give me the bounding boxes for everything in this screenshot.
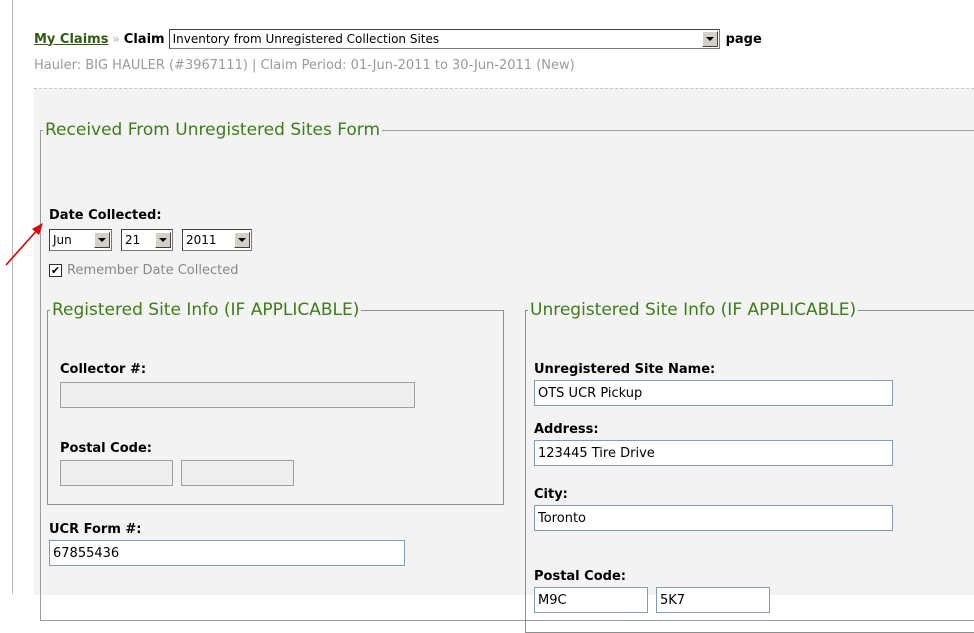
unregistered-postal-code-part1[interactable] xyxy=(534,587,648,613)
left-border-line xyxy=(12,0,13,594)
ucr-form-label: UCR Form #: xyxy=(49,522,142,537)
year-select[interactable]: 2011 xyxy=(182,229,252,251)
month-select-value: Jun xyxy=(53,233,72,247)
breadcrumb: My Claims » Claim Inventory from Unregis… xyxy=(34,28,762,50)
registered-site-fieldset: Registered Site Info (IF APPLICABLE) Col… xyxy=(47,301,504,505)
day-select[interactable]: 21 xyxy=(121,229,173,251)
chevron-down-icon[interactable] xyxy=(94,232,110,248)
claim-page-select-value: Inventory from Unregistered Collection S… xyxy=(172,32,440,46)
received-from-unregistered-sites-form: Received From Unregistered Sites Form Da… xyxy=(40,120,974,633)
city-input[interactable] xyxy=(534,505,893,531)
day-select-value: 21 xyxy=(125,233,141,247)
my-claims-link[interactable]: My Claims xyxy=(34,32,108,47)
unregistered-site-fieldset: Unregistered Site Info (IF APPLICABLE) U… xyxy=(525,301,974,633)
unregistered-site-name-label: Unregistered Site Name: xyxy=(534,362,716,377)
claim-label: Claim xyxy=(123,31,165,47)
check-icon: ✔ xyxy=(50,264,61,277)
year-select-value: 2011 xyxy=(186,233,217,247)
unregistered-site-legend: Unregistered Site Info (IF APPLICABLE) xyxy=(530,300,857,320)
city-label: City: xyxy=(534,487,568,502)
form-panel: Received From Unregistered Sites Form Da… xyxy=(34,88,974,633)
collector-number-input[interactable] xyxy=(60,382,415,408)
registered-postal-code-part1[interactable] xyxy=(60,460,173,486)
ucr-form-number-input[interactable] xyxy=(49,540,405,566)
remember-date-checkbox[interactable]: ✔ xyxy=(49,264,62,277)
unregistered-postal-code-part2[interactable] xyxy=(656,587,770,613)
chevron-down-icon[interactable] xyxy=(234,232,250,248)
unregistered-postal-label: Postal Code: xyxy=(534,569,626,584)
chevron-down-icon[interactable] xyxy=(701,31,718,47)
claim-info-line: Hauler: BIG HAULER (#3967111) | Claim Pe… xyxy=(34,58,575,73)
unregistered-site-name-input[interactable] xyxy=(534,380,893,406)
claim-page-select[interactable]: Inventory from Unregistered Collection S… xyxy=(168,29,720,49)
registered-postal-code-part2[interactable] xyxy=(181,460,294,486)
collector-label: Collector #: xyxy=(60,362,147,377)
form-legend: Received From Unregistered Sites Form xyxy=(45,120,381,140)
breadcrumb-separator: » xyxy=(112,32,120,46)
address-input[interactable] xyxy=(534,440,893,466)
registered-site-legend: Registered Site Info (IF APPLICABLE) xyxy=(52,300,360,320)
address-label: Address: xyxy=(534,422,599,437)
chevron-down-icon[interactable] xyxy=(155,232,171,248)
month-select[interactable]: Jun xyxy=(49,229,112,251)
remember-date-label: Remember Date Collected xyxy=(67,263,239,278)
registered-postal-label: Postal Code: xyxy=(60,441,152,456)
page-label: page xyxy=(725,31,762,47)
date-collected-label: Date Collected: xyxy=(49,208,162,223)
